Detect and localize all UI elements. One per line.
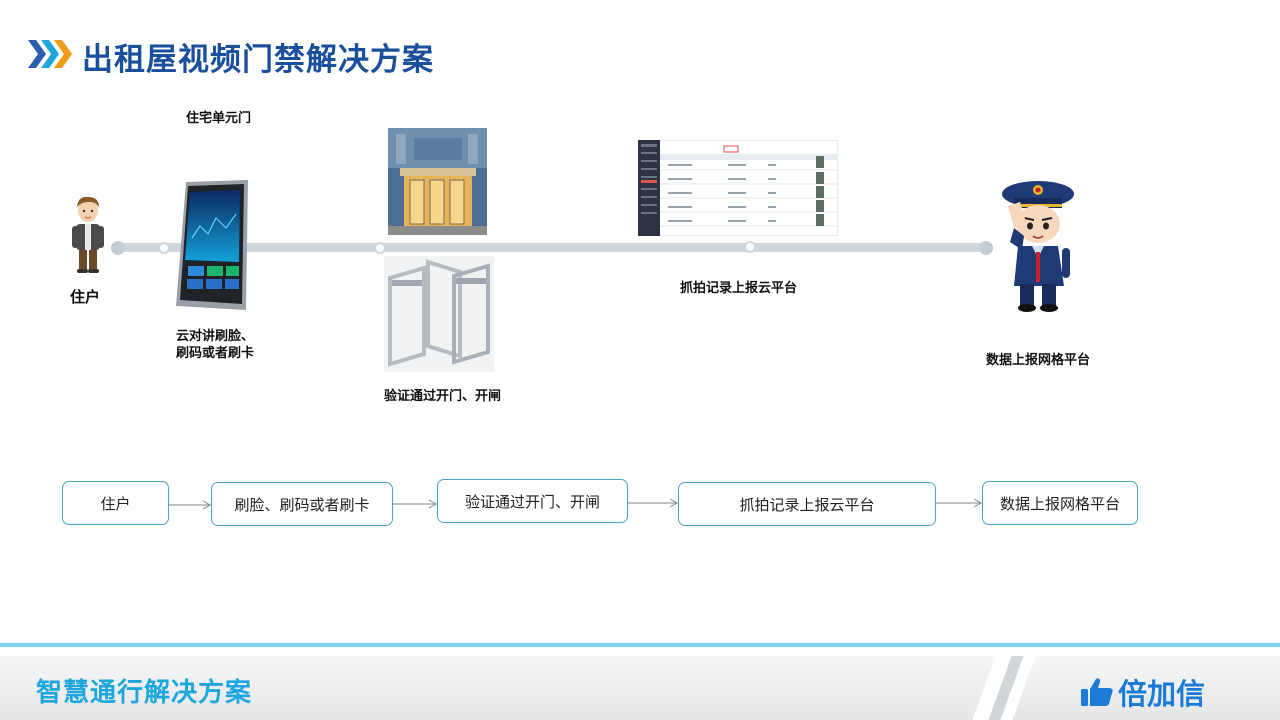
thumbs-up-icon — [1081, 678, 1113, 706]
flow-step-open-gate: 验证通过开门、开闸 — [437, 479, 628, 523]
turnstile-gate-image — [384, 256, 494, 372]
building-door-image — [388, 128, 487, 235]
footer-title: 智慧通行解决方案 — [36, 678, 253, 708]
intercom-label-line2: 刷码或者刷卡 — [176, 346, 255, 361]
grid-platform-label: 数据上报网格平台 — [986, 353, 1091, 368]
brand-logo: 倍加信 — [1080, 671, 1205, 713]
flow-step-authenticate: 刷脸、刷码或者刷卡 — [211, 482, 393, 526]
page-title: 出租屋视频门禁解决方案 — [82, 42, 434, 78]
unit-door-label: 住宅单元门 — [186, 111, 252, 126]
intercom-label-line1: 云对讲刷脸、 — [176, 329, 255, 344]
timeline-node-2 — [374, 242, 386, 254]
resident-label: 住户 — [70, 288, 101, 306]
police-officer-icon — [1000, 176, 1078, 314]
flow-step-grid-report: 数据上报网格平台 — [982, 481, 1138, 525]
flow-arrow-icon — [393, 499, 437, 509]
chevron-right-icon — [28, 40, 72, 68]
intercom-device-image — [176, 180, 248, 310]
footer-divider — [0, 643, 1280, 647]
timeline-node-1 — [158, 242, 170, 254]
flow-step-resident: 住户 — [62, 481, 169, 525]
flow-step-cloud-report: 抓拍记录上报云平台 — [678, 482, 936, 526]
flow-arrow-icon — [936, 498, 982, 508]
verify-label: 验证通过开门、开闸 — [384, 389, 502, 404]
timeline-node-end — [979, 241, 993, 255]
timeline-node-3 — [744, 241, 756, 253]
cloud-platform-screenshot — [638, 140, 838, 236]
flow-arrow-icon — [628, 498, 678, 508]
timeline-node-start — [111, 241, 125, 255]
brand-name: 倍加信 — [1118, 677, 1206, 711]
cloud-label: 抓拍记录上报云平台 — [680, 281, 798, 296]
flow-arrow-icon — [169, 500, 211, 510]
resident-avatar-icon — [72, 196, 104, 273]
